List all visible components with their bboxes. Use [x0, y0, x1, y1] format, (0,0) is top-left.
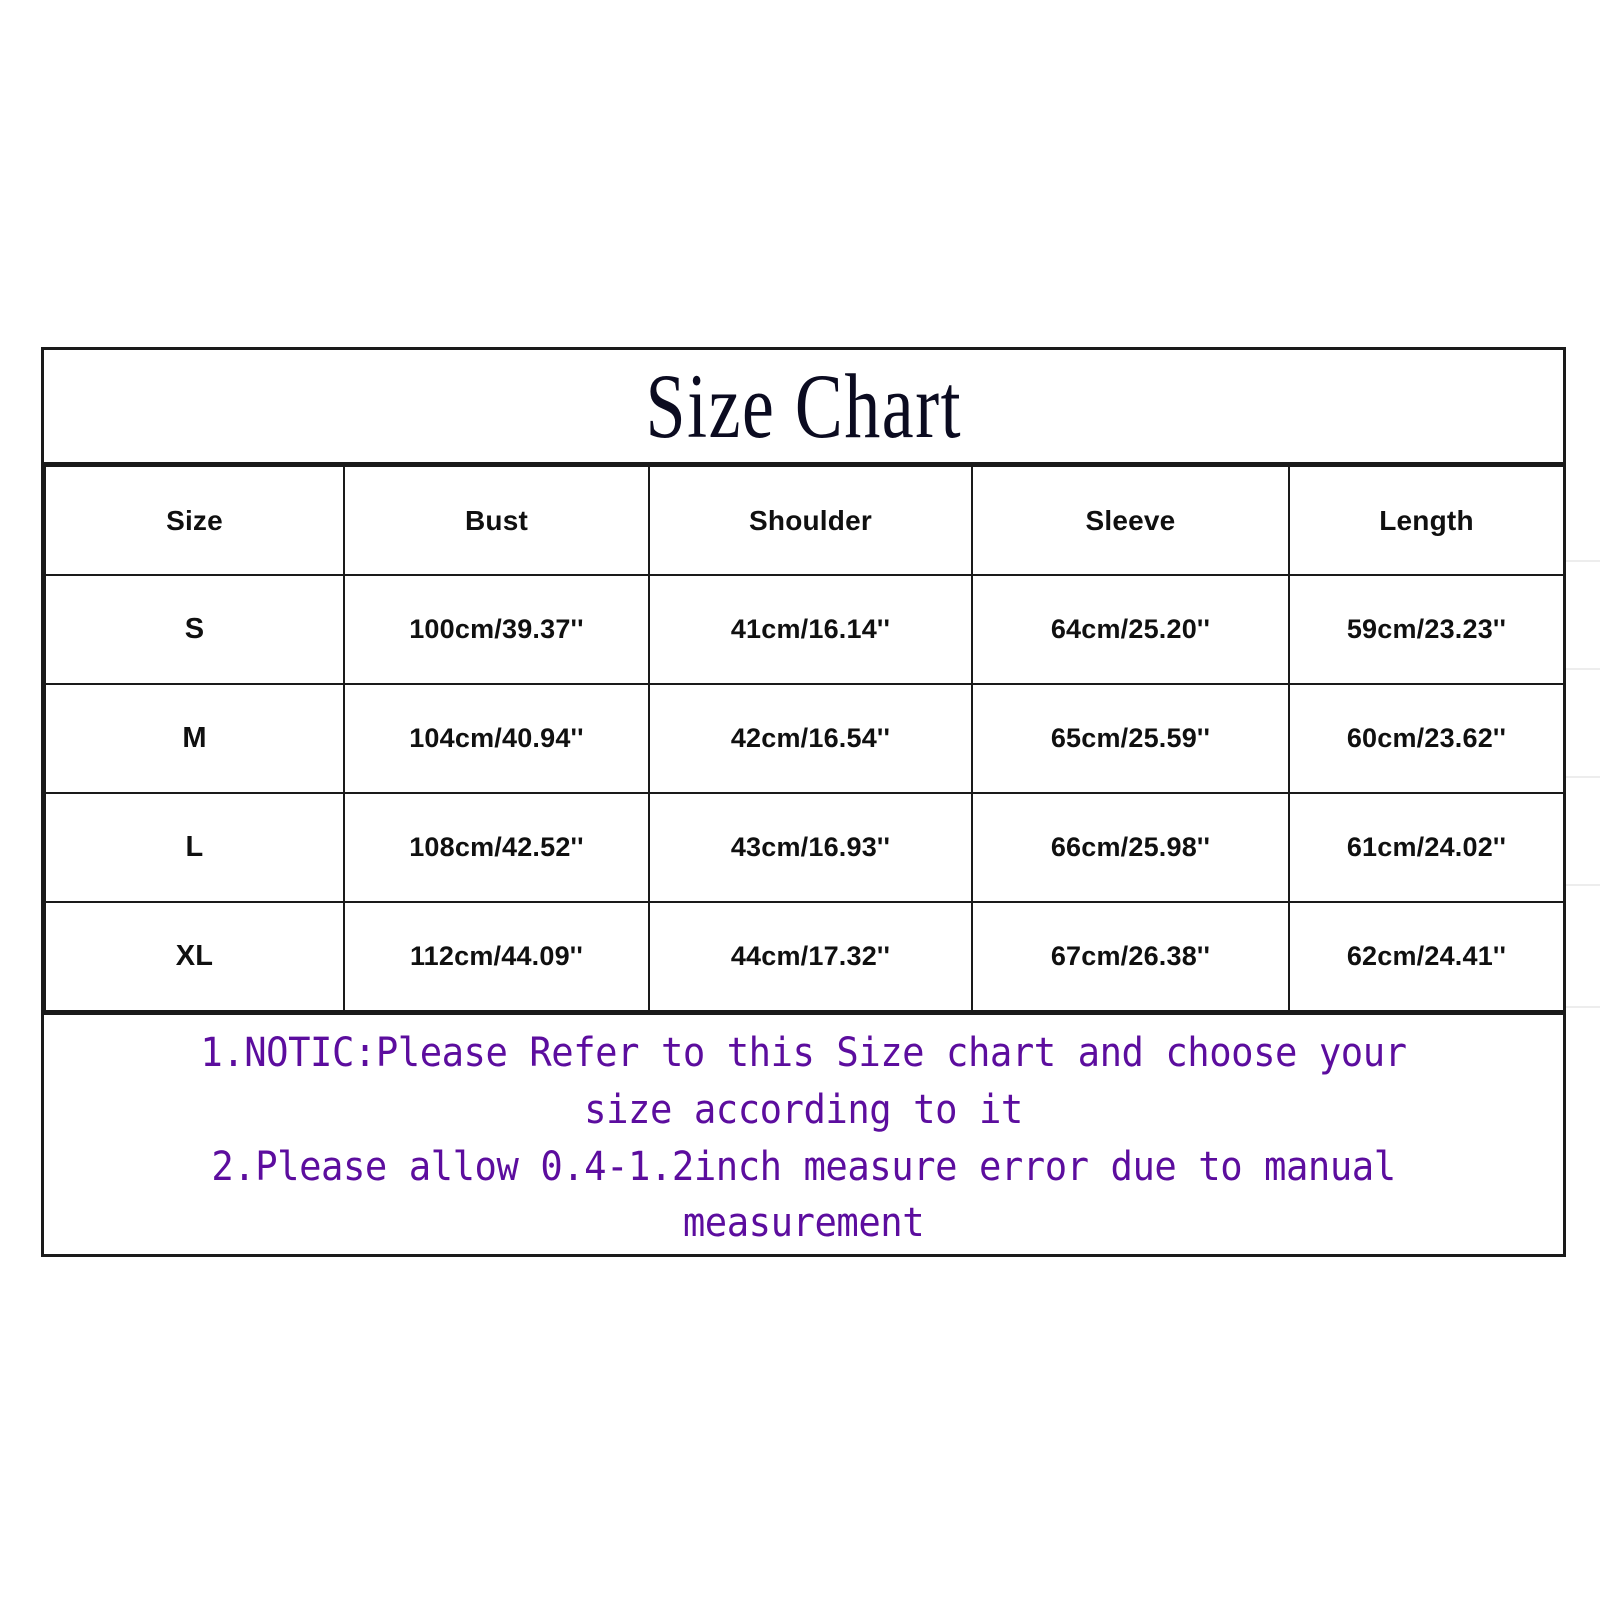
cell-size: M: [44, 683, 345, 794]
cell-size: L: [44, 792, 345, 903]
table-header-row: Size Bust Shoulder Sleeve Length: [44, 465, 1565, 576]
scan-artifact-line: [1566, 884, 1600, 886]
scan-artifact-line: [1566, 668, 1600, 670]
cell-shoulder: 42cm/16.54'': [648, 683, 973, 794]
cell-bust: 108cm/42.52'': [343, 792, 650, 903]
cell-size: XL: [44, 901, 345, 1012]
cell-shoulder: 44cm/17.32'': [648, 901, 973, 1012]
cell-sleeve: 66cm/25.98'': [971, 792, 1290, 903]
table-row: L 108cm/42.52'' 43cm/16.93'' 66cm/25.98'…: [44, 792, 1565, 903]
cell-shoulder: 41cm/16.14'': [648, 574, 973, 685]
scan-artifact-line: [1566, 776, 1600, 778]
table-row: XL 112cm/44.09'' 44cm/17.32'' 67cm/26.38…: [44, 901, 1565, 1012]
cell-length: 62cm/24.41'': [1288, 901, 1565, 1012]
cell-length: 60cm/23.62'': [1288, 683, 1565, 794]
cell-bust: 104cm/40.94'': [343, 683, 650, 794]
cell-length: 59cm/23.23'': [1288, 574, 1565, 685]
chart-title-row: Size Chart: [44, 350, 1563, 465]
table-row: S 100cm/39.37'' 41cm/16.14'' 64cm/25.20'…: [44, 574, 1565, 685]
notice-line: measurement: [682, 1200, 925, 1247]
cell-bust: 100cm/39.37'': [343, 574, 650, 685]
page-root: Size Chart Size Bust Shoulder Sleeve Len…: [0, 0, 1600, 1600]
cell-size: S: [44, 574, 345, 685]
column-header-length: Length: [1288, 465, 1565, 576]
size-chart-container: Size Chart Size Bust Shoulder Sleeve Len…: [41, 347, 1566, 1257]
table-row: M 104cm/40.94'' 42cm/16.54'' 65cm/25.59'…: [44, 683, 1565, 794]
column-header-shoulder: Shoulder: [648, 465, 973, 576]
size-chart-table: Size Bust Shoulder Sleeve Length S 100cm…: [44, 465, 1565, 1012]
page-title: Size Chart: [645, 355, 962, 457]
cell-shoulder: 43cm/16.93'': [648, 792, 973, 903]
column-header-bust: Bust: [343, 465, 650, 576]
notice-line: 2.Please allow 0.4-1.2inch measure error…: [211, 1143, 1396, 1190]
column-header-size: Size: [44, 465, 345, 576]
cell-sleeve: 65cm/25.59'': [971, 683, 1290, 794]
scan-artifact-line: [1566, 560, 1600, 562]
notice-block: 1.NOTIC:Please Refer to this Size chart …: [44, 1012, 1563, 1274]
cell-bust: 112cm/44.09'': [343, 901, 650, 1012]
cell-sleeve: 64cm/25.20'': [971, 574, 1290, 685]
notice-line: size according to it: [584, 1086, 1023, 1133]
column-header-sleeve: Sleeve: [971, 465, 1290, 576]
cell-length: 61cm/24.02'': [1288, 792, 1565, 903]
notice-line: 1.NOTIC:Please Refer to this Size chart …: [200, 1030, 1407, 1076]
scan-artifact-line: [1566, 1006, 1600, 1008]
cell-sleeve: 67cm/26.38'': [971, 901, 1290, 1012]
